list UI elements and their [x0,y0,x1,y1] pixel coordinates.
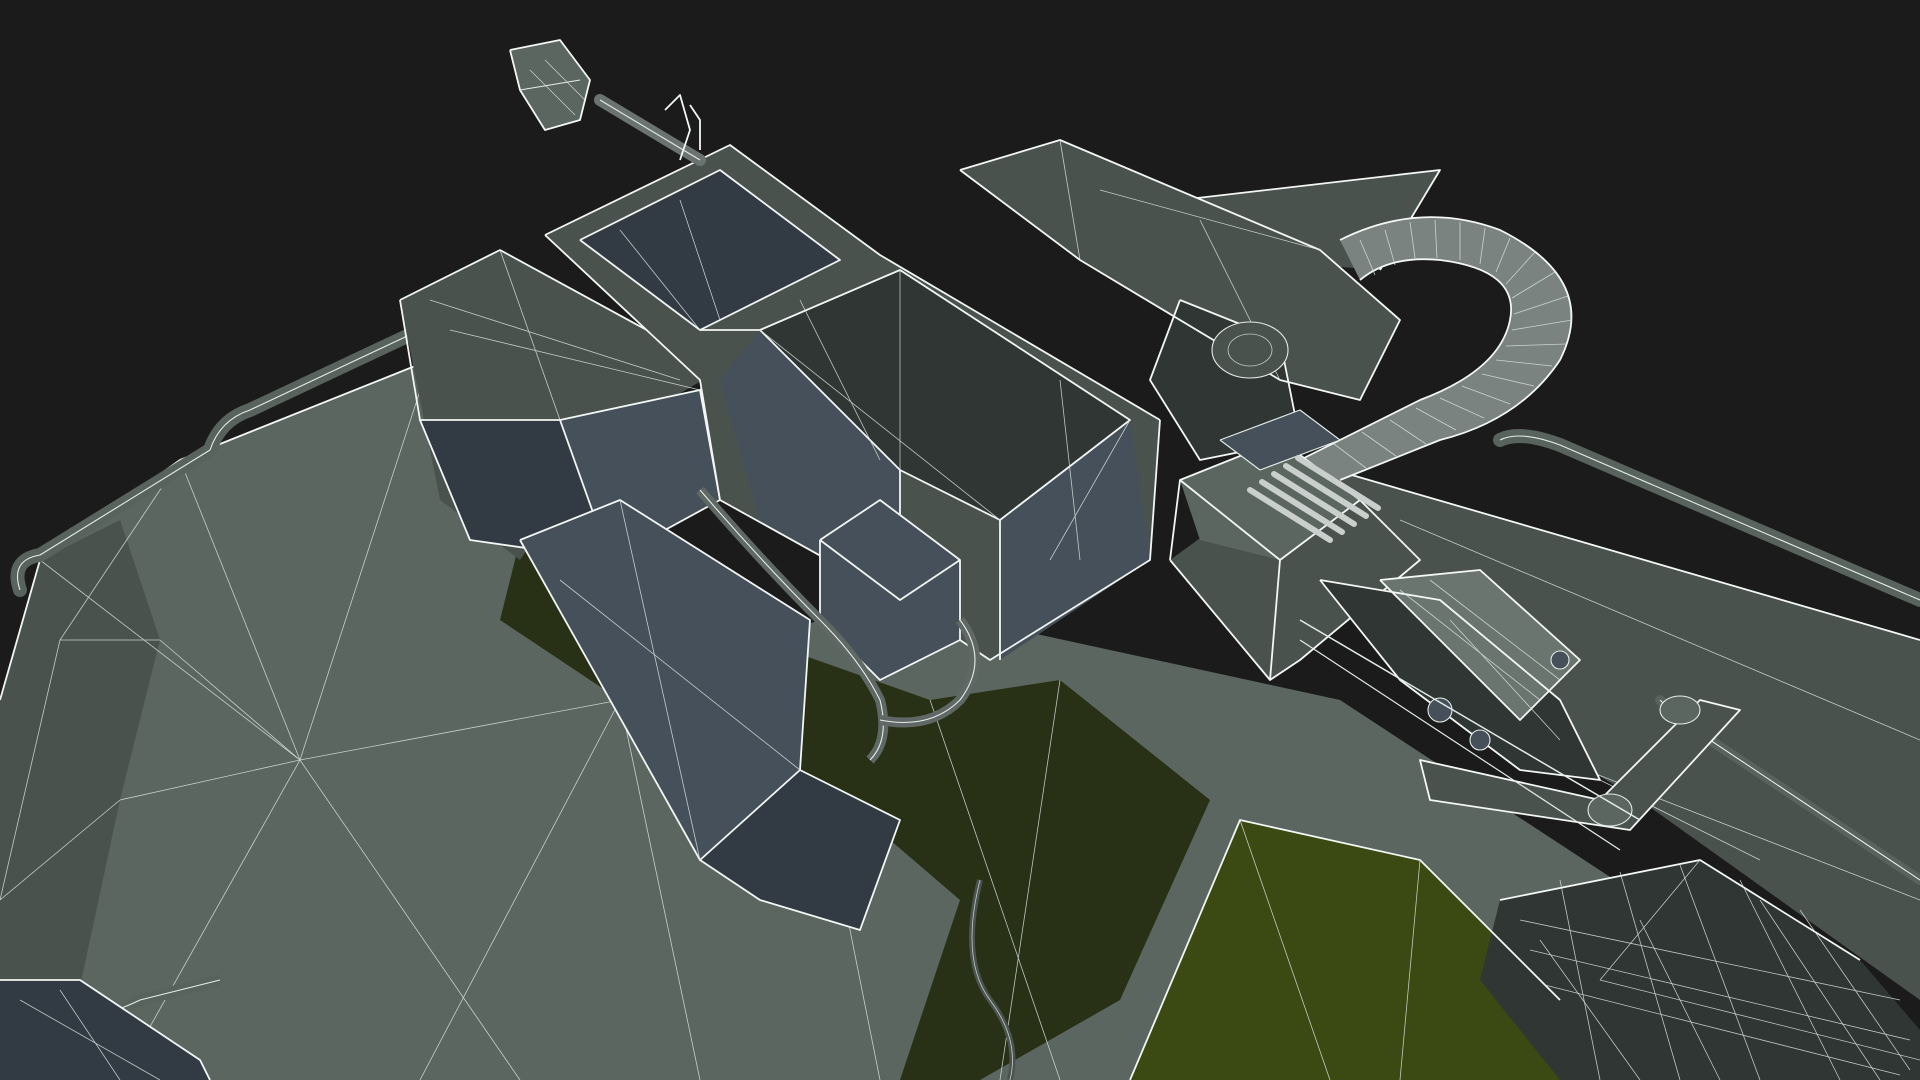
wireframe-model-scene [0,39,1920,1080]
sensor-arm [509,39,706,166]
3d-viewport[interactable] [0,0,1920,1080]
